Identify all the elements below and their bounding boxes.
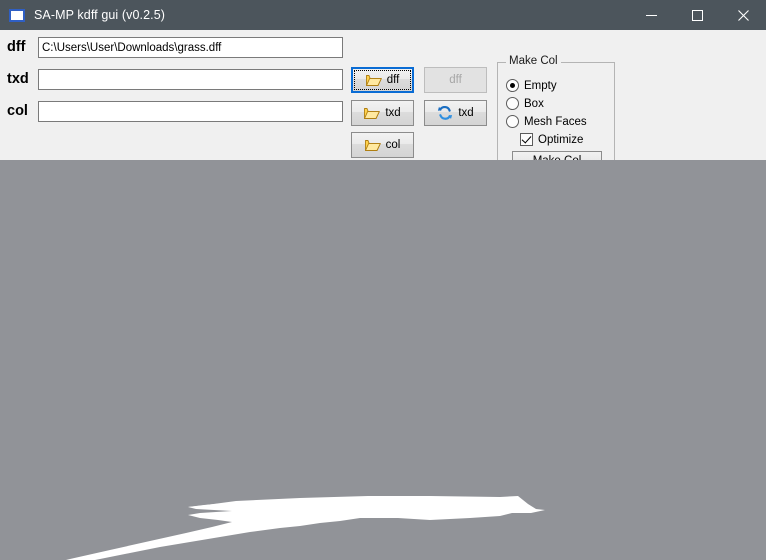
grass-mesh xyxy=(66,496,545,560)
open-col-button[interactable]: col xyxy=(351,132,414,158)
checkbox-optimize-label: Optimize xyxy=(538,133,584,146)
checkbox-optimize[interactable]: Optimize xyxy=(520,133,583,146)
radio-mesh-faces-indicator xyxy=(506,115,519,128)
txd-label: txd xyxy=(7,71,29,87)
dff-label: dff xyxy=(7,39,26,55)
window-controls xyxy=(628,0,766,30)
open-txd-label: txd xyxy=(385,107,401,119)
form-panel: dff txd col dff dff txd xyxy=(0,30,766,188)
app-window-icon xyxy=(9,8,25,22)
minimize-icon xyxy=(645,14,657,16)
txd-path-input[interactable] xyxy=(38,69,343,90)
col-label: col xyxy=(7,103,28,119)
radio-option-empty[interactable]: Empty xyxy=(506,79,557,92)
radio-option-box[interactable]: Box xyxy=(506,97,544,110)
radio-mesh-faces-label: Mesh Faces xyxy=(524,115,587,128)
minimize-button[interactable] xyxy=(628,0,674,30)
focus-outline xyxy=(354,70,411,90)
grass-mesh-render xyxy=(66,496,545,560)
folder-open-icon xyxy=(364,140,381,151)
open-dff-label: dff xyxy=(386,74,400,86)
save-dff-button[interactable]: dff xyxy=(424,67,487,93)
title-bar[interactable]: SA-MP kdff gui (v0.2.5) xyxy=(0,0,766,30)
window-title: SA-MP kdff gui (v0.2.5) xyxy=(34,8,166,22)
make-col-group-title: Make Col xyxy=(506,55,561,67)
col-path-input[interactable] xyxy=(38,101,343,122)
close-icon xyxy=(737,9,749,21)
make-col-groupbox: Make Col Empty Box Mesh Faces Optimize M… xyxy=(497,55,615,176)
open-txd-button[interactable]: txd xyxy=(351,100,414,126)
refresh-sync-icon xyxy=(438,106,453,120)
reload-txd-button[interactable]: txd xyxy=(424,100,487,126)
checkbox-optimize-indicator xyxy=(520,133,533,146)
close-button[interactable] xyxy=(720,0,766,30)
radio-empty-label: Empty xyxy=(524,79,557,92)
model-viewport[interactable] xyxy=(0,160,766,560)
dff-path-input[interactable] xyxy=(38,37,343,58)
maximize-icon xyxy=(691,9,703,21)
radio-option-mesh-faces[interactable]: Mesh Faces xyxy=(506,115,587,128)
open-dff-button[interactable]: dff xyxy=(351,67,414,93)
open-col-label: col xyxy=(385,139,401,151)
save-dff-label: dff xyxy=(449,74,462,86)
folder-open-icon xyxy=(365,75,382,86)
radio-box-indicator xyxy=(506,97,519,110)
maximize-button[interactable] xyxy=(674,0,720,30)
reload-txd-label: txd xyxy=(458,107,474,119)
application-window: SA-MP kdff gui (v0.2.5) dff txd col C:\U… xyxy=(0,0,766,560)
folder-open-icon xyxy=(364,108,381,119)
radio-box-label: Box xyxy=(524,97,544,110)
radio-empty-indicator xyxy=(506,79,519,92)
